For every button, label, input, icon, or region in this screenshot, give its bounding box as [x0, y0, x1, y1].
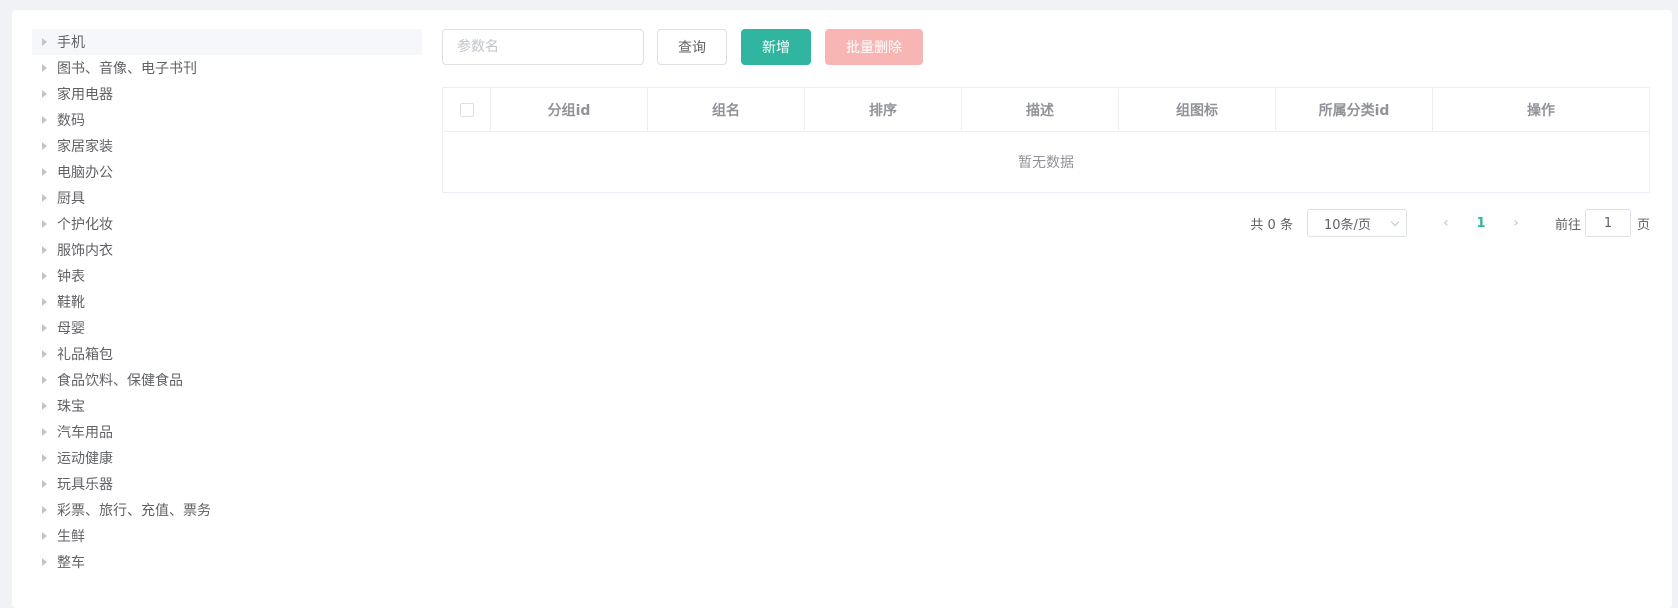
tree-node[interactable]: 鞋靴	[32, 289, 422, 315]
tree-node-label: 电脑办公	[57, 165, 113, 181]
tree-node-label: 服饰内衣	[57, 243, 113, 259]
toolbar: 查询 新增 批量删除	[442, 29, 1652, 65]
batch-delete-button[interactable]: 批量删除	[825, 29, 923, 65]
add-button[interactable]: 新增	[741, 29, 811, 65]
tree-node-label: 母婴	[57, 321, 85, 337]
caret-right-icon[interactable]	[42, 506, 47, 514]
tree-node[interactable]: 钟表	[32, 263, 422, 289]
column-header-actions: 操作	[1527, 102, 1555, 119]
tree-node[interactable]: 家居家装	[32, 133, 422, 159]
tree-node-label: 图书、音像、电子书刊	[57, 61, 197, 77]
select-all-checkbox[interactable]	[459, 102, 474, 117]
caret-right-icon[interactable]	[42, 402, 47, 410]
tree-node-label: 运动健康	[57, 451, 113, 467]
caret-right-icon[interactable]	[42, 220, 47, 228]
caret-right-icon[interactable]	[42, 246, 47, 254]
tree-node[interactable]: 玩具乐器	[32, 471, 422, 497]
query-button[interactable]: 查询	[657, 29, 727, 65]
tree-node-label: 鞋靴	[57, 295, 85, 311]
tree-node-label: 玩具乐器	[57, 477, 113, 493]
total-count: 共 0 条	[1250, 217, 1293, 233]
caret-right-icon[interactable]	[42, 558, 47, 566]
caret-right-icon[interactable]	[42, 272, 47, 280]
tree-node-label: 珠宝	[57, 399, 85, 415]
table-header: 分组id 组名 排序 描述 组图标 所属分类id 操作	[443, 88, 1649, 132]
tree-node-label: 钟表	[57, 269, 85, 285]
caret-right-icon[interactable]	[42, 454, 47, 462]
caret-right-icon[interactable]	[42, 142, 47, 150]
tree-node[interactable]: 电脑办公	[32, 159, 422, 185]
tree-node-label: 家用电器	[57, 87, 113, 103]
tree-node-label: 整车	[57, 555, 85, 571]
page-size-value: 10条/页	[1323, 217, 1371, 233]
page-number-current[interactable]: 1	[1461, 209, 1501, 237]
tree-node-label: 彩票、旅行、充值、票务	[57, 503, 211, 519]
tree-node[interactable]: 食品饮料、保健食品	[32, 367, 422, 393]
caret-right-icon[interactable]	[42, 298, 47, 306]
empty-text: 暂无数据	[1018, 155, 1074, 171]
tree-node-label: 个护化妆	[57, 217, 113, 233]
caret-right-icon[interactable]	[42, 64, 47, 72]
tree-node[interactable]: 运动健康	[32, 445, 422, 471]
caret-right-icon[interactable]	[42, 38, 47, 46]
next-page-button[interactable]: ›	[1501, 209, 1531, 237]
caret-right-icon[interactable]	[42, 194, 47, 202]
chevron-left-icon: ‹	[1443, 215, 1449, 231]
tree-node[interactable]: 彩票、旅行、充值、票务	[32, 497, 422, 523]
tree-node[interactable]: 家用电器	[32, 81, 422, 107]
goto-page-input[interactable]	[1584, 209, 1631, 237]
caret-right-icon[interactable]	[42, 90, 47, 98]
category-tree: 手机 图书、音像、电子书刊 家用电器 数码 家居家装 电脑办公 厨具 个护化妆 …	[32, 29, 422, 575]
caret-right-icon[interactable]	[42, 480, 47, 488]
tree-node[interactable]: 礼品箱包	[32, 341, 422, 367]
tree-node-label: 厨具	[57, 191, 85, 207]
tree-node[interactable]: 整车	[32, 549, 422, 575]
column-header-sort[interactable]: 排序	[805, 88, 962, 131]
tree-node[interactable]: 手机	[32, 29, 422, 55]
param-name-input[interactable]	[442, 29, 644, 65]
column-header-group-id[interactable]: 分组id	[491, 88, 648, 131]
goto-suffix: 页	[1636, 217, 1650, 233]
column-header-category-id[interactable]: 所属分类id	[1276, 88, 1433, 131]
chevron-down-icon	[1390, 217, 1400, 226]
tree-node-label: 数码	[57, 113, 85, 129]
tree-node[interactable]: 图书、音像、电子书刊	[32, 55, 422, 81]
tree-node-label: 手机	[57, 35, 85, 51]
tree-node-label: 礼品箱包	[57, 347, 113, 363]
tree-node-label: 食品饮料、保健食品	[57, 373, 183, 389]
caret-right-icon[interactable]	[42, 428, 47, 436]
tree-node[interactable]: 数码	[32, 107, 422, 133]
caret-right-icon[interactable]	[42, 532, 47, 540]
column-header-description[interactable]: 描述	[962, 88, 1119, 131]
empty-state: 暂无数据	[443, 132, 1649, 192]
pagination: 共 0 条 10条/页 ‹ 1 › 前往 页	[442, 209, 1650, 237]
tree-node-label: 生鲜	[57, 529, 85, 545]
chevron-right-icon: ›	[1513, 215, 1519, 231]
tree-node[interactable]: 厨具	[32, 185, 422, 211]
tree-node[interactable]: 珠宝	[32, 393, 422, 419]
caret-right-icon[interactable]	[42, 324, 47, 332]
goto-prefix: 前往	[1554, 217, 1581, 233]
caret-right-icon[interactable]	[42, 116, 47, 124]
tree-node-label: 汽车用品	[57, 425, 113, 441]
tree-node[interactable]: 生鲜	[32, 523, 422, 549]
caret-right-icon[interactable]	[42, 168, 47, 176]
column-header-group-icon[interactable]: 组图标	[1119, 88, 1276, 131]
tree-node[interactable]: 汽车用品	[32, 419, 422, 445]
tree-node[interactable]: 母婴	[32, 315, 422, 341]
select-all-cell	[443, 88, 491, 131]
tree-node-label: 家居家装	[57, 139, 113, 155]
column-header-group-name[interactable]: 组名	[648, 88, 805, 131]
caret-right-icon[interactable]	[42, 376, 47, 384]
main-card: 手机 图书、音像、电子书刊 家用电器 数码 家居家装 电脑办公 厨具 个护化妆 …	[12, 10, 1672, 608]
tree-node[interactable]: 服饰内衣	[32, 237, 422, 263]
content-panel: 查询 新增 批量删除 分组id 组名 排序 描述 组图标 所属分类id 操作 暂…	[442, 29, 1652, 237]
prev-page-button[interactable]: ‹	[1431, 209, 1461, 237]
caret-right-icon[interactable]	[42, 350, 47, 358]
page-size-select[interactable]: 10条/页	[1306, 209, 1407, 237]
data-table: 分组id 组名 排序 描述 组图标 所属分类id 操作 暂无数据	[442, 87, 1650, 193]
tree-node[interactable]: 个护化妆	[32, 211, 422, 237]
